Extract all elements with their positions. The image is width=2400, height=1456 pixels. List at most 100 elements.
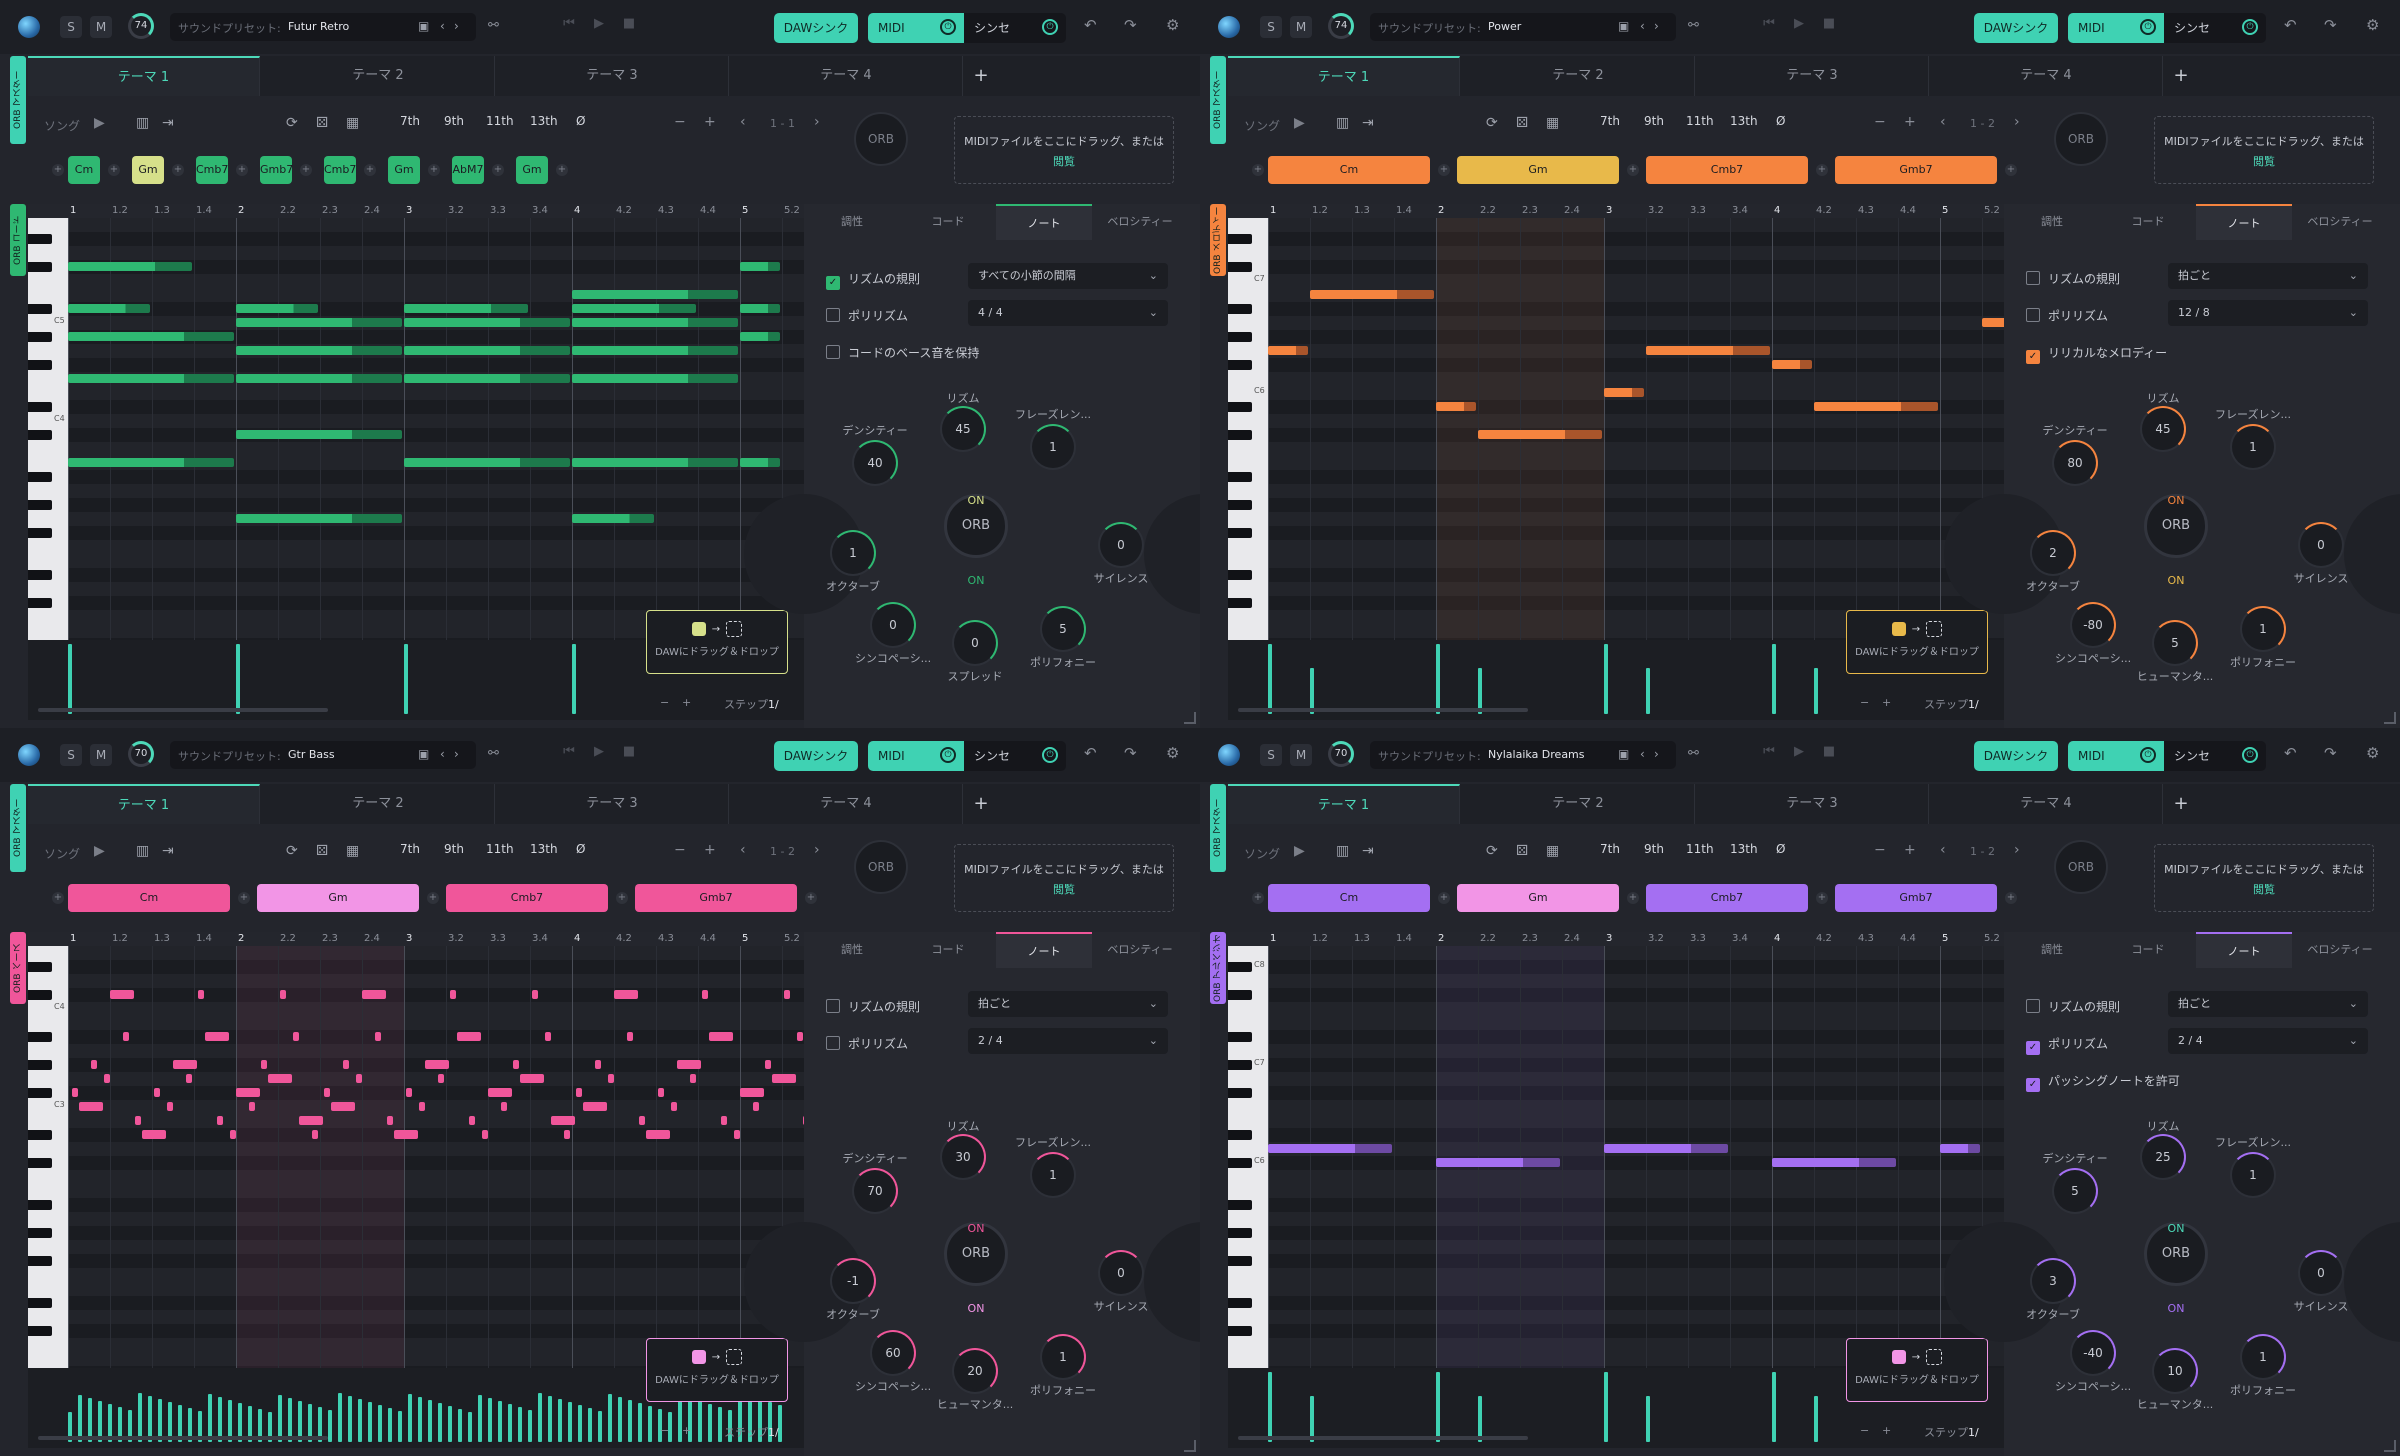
midi-note[interactable] <box>91 1060 98 1069</box>
add-chord-button[interactable]: + <box>1816 892 1828 904</box>
option-row[interactable]: リズムの規則 <box>826 998 920 1015</box>
midi-note[interactable] <box>355 1074 362 1083</box>
midi-button[interactable]: MIDI ⏻ <box>2068 741 2164 771</box>
redo-icon[interactable]: ↷ <box>2324 744 2337 762</box>
settings-gear-icon[interactable]: ⚙ <box>2366 744 2379 762</box>
extension-4[interactable]: Ø <box>576 842 585 856</box>
syncopation-knob[interactable]: 0 <box>870 602 916 648</box>
dice-icon[interactable]: ⚄ <box>1516 115 1528 131</box>
midi-note[interactable] <box>154 1088 161 1097</box>
velocity-bar[interactable] <box>518 1407 522 1442</box>
velocity-bar[interactable] <box>78 1395 82 1442</box>
black-key[interactable] <box>28 472 52 482</box>
step-plus-icon[interactable]: + <box>1882 1424 1891 1437</box>
velocity-bar[interactable] <box>278 1395 282 1442</box>
step-minus-icon[interactable]: − <box>660 696 669 709</box>
tab-3[interactable]: ベロシティー <box>2292 932 2388 968</box>
prev-preset-icon[interactable]: ‹ <box>1640 19 1645 33</box>
midi-note[interactable] <box>607 1074 614 1083</box>
tab-theme-1[interactable]: テーマ 1 <box>28 56 260 96</box>
grid-icon[interactable]: ▦ <box>346 115 359 131</box>
sound-preset-box[interactable]: サウンドプリセット: Power ▣ ‹ › <box>1370 13 1676 41</box>
black-key[interactable] <box>28 1130 52 1140</box>
black-key[interactable] <box>28 402 52 412</box>
black-key[interactable] <box>1228 570 1252 580</box>
black-key[interactable] <box>28 1298 52 1308</box>
settings-gear-icon[interactable]: ⚙ <box>1166 744 1179 762</box>
option-checkbox[interactable] <box>2026 999 2040 1013</box>
extension-1[interactable]: 9th <box>444 114 464 128</box>
add-chord-button[interactable]: + <box>364 164 376 176</box>
resize-handle[interactable] <box>1184 1440 1196 1452</box>
black-key[interactable] <box>1228 1228 1252 1238</box>
midi-note[interactable] <box>374 1032 381 1041</box>
synth-button[interactable]: シンセ ⏻ <box>2164 741 2266 771</box>
velocity-bar[interactable] <box>628 1400 632 1442</box>
tab-1[interactable]: コード <box>900 932 996 968</box>
plus-icon[interactable]: + <box>1904 114 1916 130</box>
tab-theme-4[interactable]: テーマ 4 <box>1930 56 2163 96</box>
piano-keys[interactable]: C5 C4 <box>28 218 68 642</box>
black-key[interactable] <box>28 500 52 510</box>
midi-power-icon[interactable]: ⏻ <box>940 747 956 763</box>
step-minus-icon[interactable]: − <box>660 1424 669 1437</box>
velocity-scrollbar[interactable] <box>38 1436 328 1440</box>
midi-note[interactable] <box>752 1102 759 1111</box>
chord-chip[interactable]: Cm <box>1268 156 1430 184</box>
step-minus-icon[interactable]: − <box>1860 696 1869 709</box>
midi-note[interactable] <box>248 1102 255 1111</box>
add-chord-button[interactable]: + <box>2005 164 2017 176</box>
rewind-icon[interactable]: ⏮ <box>562 745 576 759</box>
midi-note[interactable] <box>311 1130 318 1139</box>
export-icon[interactable]: ⇥ <box>1362 843 1374 859</box>
redo-icon[interactable]: ↷ <box>2324 16 2337 34</box>
velocity-bar[interactable] <box>572 644 576 714</box>
black-key[interactable] <box>1228 262 1252 272</box>
export-icon[interactable]: ⇥ <box>1362 115 1374 131</box>
orb-logo-icon[interactable] <box>18 16 40 38</box>
velocity-bar[interactable] <box>1814 1396 1818 1442</box>
tempo-knob[interactable]: 74 <box>1328 13 1354 39</box>
midi-note[interactable] <box>236 346 402 355</box>
midi-note[interactable] <box>141 1130 166 1139</box>
page-next-icon[interactable]: › <box>814 114 820 130</box>
tab-2[interactable]: ノート <box>996 932 1092 968</box>
phrase-knob[interactable]: 1 <box>2230 1152 2276 1198</box>
velocity-bar[interactable] <box>618 1397 622 1442</box>
browse-link[interactable]: 閲覧 <box>2155 153 2373 169</box>
orb-track-tab[interactable]: ORB ベース <box>10 932 26 1004</box>
midi-note[interactable] <box>261 1060 268 1069</box>
plus-icon[interactable]: + <box>704 842 716 858</box>
velocity-bar[interactable] <box>398 1411 402 1442</box>
rhythm-knob[interactable]: 45 <box>940 406 986 452</box>
humanize-knob[interactable]: 20 <box>952 1348 998 1394</box>
midi-note[interactable] <box>469 1116 476 1125</box>
orb-master-tab[interactable]: ORB マスター <box>10 56 26 144</box>
midi-note[interactable] <box>236 514 402 523</box>
tab-0[interactable]: 調性 <box>804 204 900 240</box>
add-chord-button[interactable]: + <box>1627 164 1639 176</box>
velocity-bar[interactable] <box>598 1411 602 1442</box>
option-select[interactable]: 4 / 4 ⌄ <box>968 300 1168 326</box>
black-key[interactable] <box>28 1088 52 1098</box>
orb-main-button[interactable]: ORB <box>2054 840 2108 894</box>
extension-0[interactable]: 7th <box>400 114 420 128</box>
velocity-bar[interactable] <box>68 644 72 714</box>
option-row[interactable]: ✓ ポリリズム <box>2026 1035 2108 1055</box>
black-key[interactable] <box>1228 500 1252 510</box>
black-key[interactable] <box>1228 1256 1252 1266</box>
song-play-icon[interactable]: ▶ <box>94 843 105 859</box>
velocity-bar[interactable] <box>448 1406 452 1442</box>
black-key[interactable] <box>28 962 52 972</box>
spread-knob[interactable]: 0 <box>952 620 998 666</box>
midi-note[interactable] <box>532 990 539 999</box>
midi-note[interactable] <box>393 1130 418 1139</box>
black-key[interactable] <box>28 570 52 580</box>
midi-note[interactable] <box>229 1130 236 1139</box>
velocity-bar[interactable] <box>208 1394 212 1442</box>
velocity-bar[interactable] <box>378 1405 382 1442</box>
velocity-bar[interactable] <box>458 1409 462 1442</box>
extension-2[interactable]: 11th <box>486 114 514 128</box>
tab-theme-2[interactable]: テーマ 2 <box>1462 56 1695 96</box>
midi-note[interactable] <box>68 458 234 467</box>
